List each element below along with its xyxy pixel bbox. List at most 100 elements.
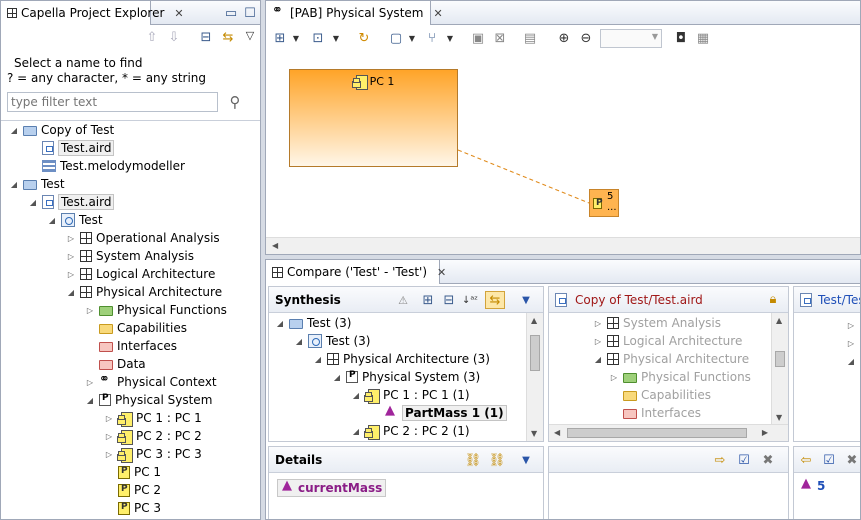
synthesis-scrollbar[interactable]: ▲ ▼: [526, 313, 543, 441]
diagram-canvas[interactable]: PC 1 5 ...: [266, 51, 860, 238]
tree-row[interactable]: ▷ Physical Context: [85, 372, 217, 391]
lock-icon[interactable]: 🔒︎: [765, 291, 781, 307]
tree-row[interactable]: Interfaces: [85, 337, 177, 355]
copy-format-icon[interactable]: ▤: [522, 30, 538, 46]
tree-row[interactable]: ▷ Logical Architecture: [66, 265, 215, 283]
expanded-arrow-icon[interactable]: ◢: [332, 373, 342, 382]
tree-row[interactable]: ▷ Physical Functions: [609, 368, 751, 386]
forward-arrow-icon[interactable]: ⇩: [166, 29, 182, 45]
close-icon[interactable]: ✕: [437, 266, 446, 279]
port-node[interactable]: 5 ...: [589, 189, 619, 217]
collapsed-arrow-icon[interactable]: ▷: [593, 319, 603, 328]
collapsed-arrow-icon[interactable]: ▷: [85, 378, 95, 387]
tree-row[interactable]: ▷ PC 2 : PC 2: [104, 427, 202, 445]
tree-row[interactable]: ▷ Physical Functions: [85, 301, 227, 319]
collapsed-arrow-icon[interactable]: ▷: [66, 234, 76, 243]
tree-row[interactable]: ▷ System Analysis: [593, 314, 721, 332]
tab-physical-system-diagram[interactable]: [PAB] Physical System ✕: [266, 1, 443, 25]
tree-row[interactable]: Data: [85, 355, 146, 373]
tree-row[interactable]: ▷ Operational Analysis: [66, 229, 220, 247]
tree-row[interactable]: ◢ Test: [9, 175, 65, 193]
dropdown-arrow-icon[interactable]: ▼: [328, 30, 344, 46]
tree-row[interactable]: Capabilities: [609, 386, 711, 404]
dropdown-arrow-icon[interactable]: ▼: [518, 452, 534, 468]
physical-component-node[interactable]: PC 1: [289, 69, 458, 167]
collapse-all-icon[interactable]: ⊟: [441, 292, 457, 308]
show-ancestors-icon[interactable]: ⛓︎: [465, 452, 482, 468]
tree-row[interactable]: ◢ Test (3): [294, 332, 370, 350]
tree-row[interactable]: ▷ PC 1 : PC 1: [104, 409, 202, 427]
collapsed-arrow-icon[interactable]: ▷: [104, 414, 114, 423]
expanded-arrow-icon[interactable]: ◢: [351, 427, 361, 436]
dropdown-arrow-icon[interactable]: ▼: [518, 292, 534, 308]
tab-project-explorer[interactable]: Capella Project Explorer ✕: [1, 1, 184, 25]
zoom-combo[interactable]: ▼: [600, 29, 662, 48]
tree-row[interactable]: ◢ Physical Architecture: [66, 283, 222, 301]
arrange-icon[interactable]: ⊞: [272, 30, 288, 46]
layout-icon[interactable]: ⑂: [424, 30, 440, 46]
tree-row[interactable]: Test.aird: [28, 139, 115, 157]
tree-row[interactable]: ◢ Physical Architecture: [593, 350, 749, 368]
tree-row[interactable]: PC 3: [104, 499, 161, 517]
expanded-arrow-icon[interactable]: ◢: [9, 180, 19, 189]
expanded-arrow-icon[interactable]: ◢: [85, 396, 95, 405]
scroll-thumb[interactable]: [775, 351, 785, 367]
tree-row[interactable]: ▷: [846, 334, 860, 352]
expanded-arrow-icon[interactable]: ◢: [593, 355, 603, 364]
tree-row[interactable]: ◢ Copy of Test: [9, 121, 114, 139]
collapsed-arrow-icon[interactable]: ▷: [66, 270, 76, 279]
tree-row[interactable]: ◢ Physical System (3): [332, 368, 480, 386]
diagram-scrollbar[interactable]: ◀: [266, 237, 860, 254]
expanded-arrow-icon[interactable]: ◢: [9, 126, 19, 135]
minimize-icon[interactable]: ▭: [223, 5, 239, 21]
tree-row[interactable]: ▷ PC 3 : PC 3: [104, 445, 202, 463]
right-value-item[interactable]: 5: [800, 476, 825, 493]
expanded-arrow-icon[interactable]: ◢: [47, 216, 57, 225]
close-icon[interactable]: ✕: [174, 7, 183, 20]
collapsed-arrow-icon[interactable]: ▷: [66, 252, 76, 261]
camera-icon[interactable]: ◘: [673, 30, 689, 46]
lock-icon[interactable]: ⚠: [395, 292, 411, 308]
zoom-in-icon[interactable]: ⊕: [556, 30, 572, 46]
dropdown-arrow-icon[interactable]: ▼: [288, 30, 304, 46]
collapsed-arrow-icon[interactable]: ▷: [609, 373, 619, 382]
collapsed-arrow-icon[interactable]: ▷: [104, 450, 114, 459]
unpin-icon[interactable]: ⊠: [492, 30, 508, 46]
tree-row[interactable]: ▷: [846, 316, 860, 334]
tab-compare[interactable]: Compare ('Test' - 'Test') ✕: [266, 260, 446, 284]
dropdown-arrow-icon[interactable]: ▼: [404, 30, 420, 46]
zoom-out-icon[interactable]: ⊖: [578, 30, 594, 46]
filters-icon[interactable]: ⊡: [310, 30, 326, 46]
expanded-arrow-icon[interactable]: ◢: [28, 198, 38, 207]
collapsed-arrow-icon[interactable]: ▷: [85, 306, 95, 315]
tree-row[interactable]: ◢: [846, 352, 860, 370]
reject-icon[interactable]: ✖: [760, 452, 776, 468]
show-all-icon[interactable]: ⛓︎: [489, 452, 506, 468]
details-item[interactable]: currentMass: [277, 478, 387, 497]
tree-row[interactable]: PC 1: [104, 463, 161, 481]
export-icon[interactable]: ▦: [695, 30, 711, 46]
accept-icon[interactable]: ☑: [821, 452, 837, 468]
sync-icon[interactable]: ⇆: [485, 291, 505, 309]
close-icon[interactable]: ✕: [433, 7, 442, 20]
scroll-right-icon[interactable]: ▶: [762, 428, 768, 437]
select-icon[interactable]: ▢: [388, 30, 404, 46]
link-with-editor-icon[interactable]: ⇆: [220, 29, 236, 45]
collapsed-arrow-icon[interactable]: ▷: [593, 337, 603, 346]
tree-row[interactable]: ▷ System Analysis: [66, 247, 194, 265]
scroll-thumb[interactable]: [530, 335, 540, 371]
tree-row[interactable]: Test.melodymodeller: [28, 157, 185, 175]
refresh-icon[interactable]: ↻: [356, 30, 372, 46]
accept-icon[interactable]: ☑: [736, 452, 752, 468]
left-model-scrollbar[interactable]: ▲ ▼: [771, 313, 788, 425]
tree-row[interactable]: ◢ Test: [47, 211, 103, 229]
collapse-all-icon[interactable]: ⊟: [198, 29, 214, 45]
scroll-down-icon[interactable]: ▼: [776, 413, 782, 422]
reject-icon[interactable]: ✖: [844, 452, 860, 468]
tree-row[interactable]: ◢ Test.aird: [28, 193, 115, 211]
left-model-hscrollbar[interactable]: ◀ ▶: [549, 424, 788, 441]
expanded-arrow-icon[interactable]: ◢: [313, 355, 323, 364]
scroll-left-icon[interactable]: ◀: [554, 428, 560, 437]
scroll-left-icon[interactable]: ◀: [272, 241, 278, 250]
merge-right-icon[interactable]: ⇨: [712, 452, 728, 468]
